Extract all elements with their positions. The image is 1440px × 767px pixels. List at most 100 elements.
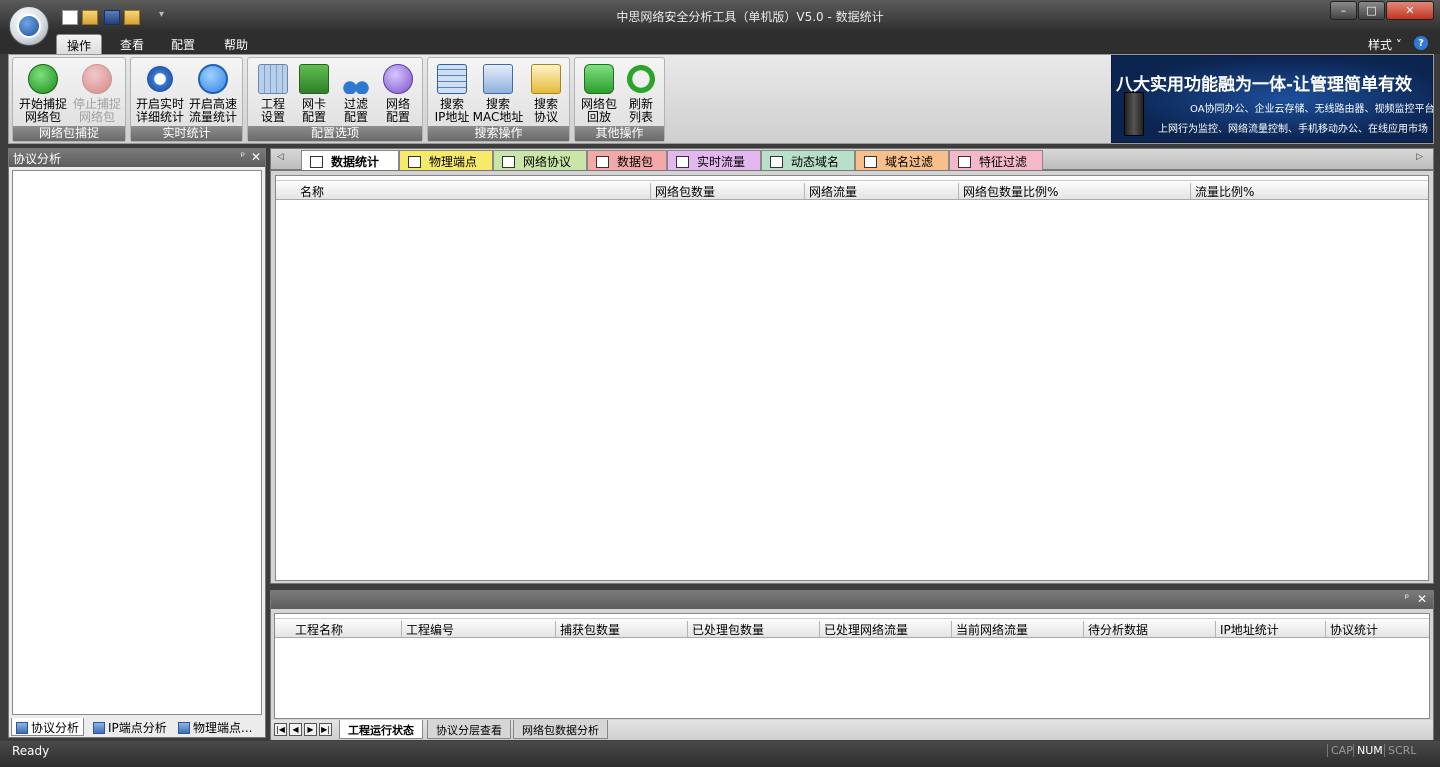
filter-config-line1: 过滤 bbox=[343, 97, 368, 111]
close-icon[interactable]: ✕ bbox=[251, 150, 261, 164]
bottom-panel-tabs: |◀ ◀ ▶ ▶| 工程运行状态 协议分层查看 网络包数据分析 bbox=[271, 720, 1433, 740]
search-mac-icon bbox=[483, 64, 513, 94]
num-lock-indicator: NUM bbox=[1353, 744, 1383, 757]
panel-header: 协议分析 ᵖ ✕ bbox=[9, 149, 265, 167]
physical-endpoints-icon bbox=[408, 156, 421, 168]
search-ip-button[interactable]: 搜索 IP地址 bbox=[426, 62, 478, 126]
realtime-line1: 开启实时 bbox=[135, 97, 184, 111]
column-header[interactable]: 网络包数量比例% bbox=[958, 183, 1058, 199]
refresh-icon bbox=[626, 64, 656, 94]
realtime-icon bbox=[145, 64, 175, 94]
first-page-button[interactable]: |◀ bbox=[274, 723, 287, 736]
tab-label: IP端点分析 bbox=[108, 721, 167, 735]
tab-protocol-analysis[interactable]: 协议分析 bbox=[11, 718, 85, 736]
tab-realtime-traffic[interactable]: 实时流量 bbox=[667, 150, 761, 170]
project-table[interactable]: 工程名称 工程编号 捕获包数量 已处理包数量 已处理网络流量 当前网络流量 待分… bbox=[274, 613, 1430, 719]
highspeed-traffic-button[interactable]: 开启高速 流量统计 bbox=[187, 62, 239, 126]
column-header[interactable]: 已处理网络流量 bbox=[819, 621, 908, 637]
tab-help[interactable]: 帮助 bbox=[214, 34, 258, 54]
start-capture-line2: 网络包 bbox=[24, 110, 61, 124]
project-settings-icon bbox=[258, 64, 288, 94]
tab-protocol-layers[interactable]: 协议分层查看 bbox=[427, 720, 511, 739]
tab-data-stats[interactable]: 数据统计 bbox=[301, 150, 399, 170]
tab-ip-endpoint[interactable]: IP端点分析 bbox=[89, 718, 171, 736]
tab-label: 物理端点... bbox=[193, 721, 253, 735]
close-icon[interactable]: ✕ bbox=[1417, 592, 1427, 606]
tab-dynamic-domain[interactable]: 动态域名 bbox=[761, 150, 855, 170]
scroll-right-icon[interactable]: ▷ bbox=[1416, 152, 1423, 162]
tab-label: 动态域名 bbox=[791, 155, 840, 169]
network-protocol-icon bbox=[502, 156, 515, 168]
tab-network-protocol[interactable]: 网络协议 bbox=[493, 150, 587, 170]
help-icon[interactable]: ? bbox=[1414, 36, 1428, 50]
refresh-list-line1: 刷新 bbox=[628, 97, 653, 111]
realtime-detail-button[interactable]: 开启实时 详细统计 bbox=[134, 62, 186, 126]
physical-endpoint-icon bbox=[178, 722, 190, 734]
column-header[interactable]: IP地址统计 bbox=[1215, 621, 1279, 637]
last-page-button[interactable]: ▶| bbox=[319, 723, 332, 736]
column-header[interactable]: 名称 bbox=[296, 183, 324, 199]
packet-replay-line1: 网络包 bbox=[580, 97, 617, 111]
column-header[interactable]: 工程编号 bbox=[401, 621, 454, 637]
network-config-line2: 配置 bbox=[385, 110, 410, 124]
status-text: Ready bbox=[12, 744, 50, 758]
minimize-button[interactable]: – bbox=[1330, 1, 1357, 20]
search-protocol-button[interactable]: 搜索 协议 bbox=[520, 62, 572, 126]
scroll-left-icon[interactable]: ◁ bbox=[277, 152, 284, 162]
network-card-icon bbox=[299, 64, 329, 94]
column-header[interactable]: 当前网络流量 bbox=[951, 621, 1028, 637]
app-menu-orb[interactable] bbox=[9, 6, 49, 46]
stats-table[interactable]: 名称 网络包数量 网络流量 网络包数量比例% 流量比例% bbox=[275, 175, 1429, 581]
group-label: 网络包捕捉 bbox=[13, 126, 125, 141]
tab-packets[interactable]: 数据包 bbox=[587, 150, 667, 170]
packet-replay-line2: 回放 bbox=[586, 110, 611, 124]
search-ip-icon bbox=[437, 64, 467, 94]
tab-physical-endpoints[interactable]: 物理端点 bbox=[399, 150, 493, 170]
tab-domain-filter[interactable]: 域名过滤 bbox=[855, 150, 949, 170]
style-menu-label: 样式 bbox=[1368, 38, 1393, 52]
scissors-icon bbox=[341, 64, 371, 94]
column-header[interactable]: 网络包数量 bbox=[650, 183, 715, 199]
column-header[interactable]: 网络流量 bbox=[804, 183, 857, 199]
tab-packet-analysis[interactable]: 网络包数据分析 bbox=[513, 720, 608, 739]
table-header: 名称 网络包数量 网络流量 网络包数量比例% 流量比例% bbox=[276, 180, 1428, 200]
protocol-tree[interactable] bbox=[12, 170, 262, 715]
tab-feature-filter[interactable]: 特征过滤 bbox=[949, 150, 1043, 170]
tab-project-status[interactable]: 工程运行状态 bbox=[339, 720, 423, 739]
chevron-down-icon: ˅ bbox=[1395, 38, 1402, 52]
start-capture-button[interactable]: 开始捕捉 网络包 bbox=[17, 62, 69, 126]
tab-view[interactable]: 查看 bbox=[110, 34, 154, 54]
ad-banner[interactable]: 八大实用功能融为一体-让管理简单有效 OA协同办公、企业云存储、无线路由器、视频… bbox=[1111, 55, 1435, 143]
group-label: 其他操作 bbox=[575, 126, 664, 141]
refresh-list-button[interactable]: 刷新 列表 bbox=[615, 62, 667, 126]
next-page-button[interactable]: ▶ bbox=[304, 723, 317, 736]
ribbon-tab-row: 操作 查看 配置 帮助 bbox=[0, 32, 1440, 54]
column-header[interactable]: 待分析数据 bbox=[1083, 621, 1148, 637]
search-mac-button[interactable]: 搜索 MAC地址 bbox=[472, 62, 524, 126]
column-header[interactable]: 协议统计 bbox=[1325, 621, 1378, 637]
ip-endpoint-icon bbox=[93, 722, 105, 734]
close-button[interactable]: ✕ bbox=[1386, 1, 1434, 20]
pin-icon[interactable]: ᵖ bbox=[1405, 593, 1409, 604]
column-header[interactable]: 已处理包数量 bbox=[687, 621, 764, 637]
search-protocol-line2: 协议 bbox=[533, 110, 558, 124]
pin-icon[interactable]: ᵖ bbox=[241, 151, 245, 162]
ribbon: 开始捕捉 网络包 停止捕捉 网络包 网络包捕捉 开启实时 详细统计 开启高速 流… bbox=[8, 54, 1435, 144]
scroll-lock-indicator: SCRL bbox=[1384, 744, 1416, 757]
tab-label: 物理端点 bbox=[429, 155, 478, 169]
maximize-button[interactable]: □ bbox=[1358, 1, 1385, 20]
column-header[interactable]: 捕获包数量 bbox=[555, 621, 620, 637]
style-menu[interactable]: 样式 ˅ bbox=[1368, 36, 1402, 53]
column-header[interactable]: 流量比例% bbox=[1190, 183, 1254, 199]
previous-page-button[interactable]: ◀ bbox=[289, 723, 302, 736]
server-icon bbox=[1124, 92, 1144, 136]
stop-capture-button[interactable]: 停止捕捉 网络包 bbox=[71, 62, 123, 126]
highspeed-line1: 开启高速 bbox=[188, 97, 237, 111]
realtime-line2: 详细统计 bbox=[135, 110, 184, 124]
tab-physical-endpoint[interactable]: 物理端点... bbox=[174, 718, 256, 736]
tab-operate[interactable]: 操作 bbox=[56, 34, 103, 54]
search-ip-line2: IP地址 bbox=[434, 110, 470, 124]
tab-config[interactable]: 配置 bbox=[161, 34, 205, 54]
network-config-button[interactable]: 网络 配置 bbox=[372, 62, 424, 126]
column-header[interactable]: 工程名称 bbox=[291, 621, 343, 637]
